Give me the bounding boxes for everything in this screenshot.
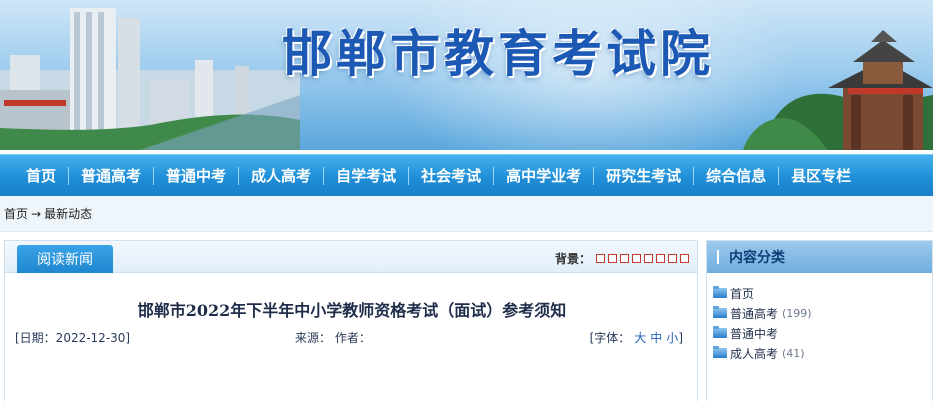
article-date: [日期：2022-12-30] [15,331,131,345]
nav-item-gaokao[interactable]: 普通高考 [71,165,151,186]
article-panel-header: 阅读新闻 背景： [5,241,697,273]
background-swatch[interactable] [632,254,641,263]
article-source: 来源： 作者： [295,331,371,345]
background-swatch[interactable] [608,254,617,263]
article-title: 邯郸市2022年下半年中小学教师资格考试（面试）参考须知 [137,301,567,320]
background-swatch[interactable] [620,254,629,263]
article-panel: 阅读新闻 背景： 邯郸市2022年下半年中小学教师资格考试（面试）参考须知 [日… [4,240,698,401]
nav-item-academic-test[interactable]: 高中学业考 [496,165,591,186]
nav-item-social-exam[interactable]: 社会考试 [411,165,491,186]
header-banner: 邯郸市教育考试院 [0,0,933,150]
category-name: 成人高考 [730,346,779,361]
nav-item-postgrad[interactable]: 研究生考试 [596,165,691,186]
folder-icon [713,346,727,358]
breadcrumb-current-link[interactable]: 最新动态 [44,205,92,222]
background-swatch[interactable] [668,254,677,263]
nav-item-county[interactable]: 县区专栏 [781,165,861,186]
category-count: (41) [782,346,805,360]
category-sidebar: 内容分类 首页 普通高考 (199) 普通中考 成人高考 (41) [706,240,933,401]
category-count: (199) [782,306,812,320]
background-swatch[interactable] [596,254,605,263]
category-name: 首页 [730,286,755,301]
sidebar-title: 内容分类 [729,250,785,266]
category-item-home[interactable]: 首页 [713,283,932,303]
breadcrumb: 首页 → 最新动态 [0,196,933,232]
tab-read-news[interactable]: 阅读新闻 [17,245,113,273]
nav-divider [408,166,410,185]
nav-divider [68,166,70,185]
background-picker: 背景： [555,250,689,267]
nav-item-adult-exam[interactable]: 成人高考 [241,165,321,186]
category-list: 首页 普通高考 (199) 普通中考 成人高考 (41) [707,273,932,363]
city-skyline-image [0,8,300,150]
nav-item-general-info[interactable]: 综合信息 [696,165,776,186]
folder-icon [713,286,727,298]
pavilion-image [743,30,933,150]
nav-divider [153,166,155,185]
category-item-gaokao[interactable]: 普通高考 (199) [713,303,932,323]
category-name: 普通高考 [730,306,779,321]
nav-divider [238,166,240,185]
sidebar-header: 内容分类 [707,241,932,273]
folder-icon [713,326,727,338]
nav-divider [778,166,780,185]
font-size-selector: [字体：大中小] [590,329,683,346]
font-size-large-link[interactable]: 大 [634,331,646,345]
background-swatch[interactable] [680,254,689,263]
main-nav: 首页 普通高考 普通中考 成人高考 自学考试 社会考试 高中学业考 研究生考试 … [0,154,933,196]
background-swatch[interactable] [656,254,665,263]
site-title: 邯郸市教育考试院 [282,25,714,83]
nav-divider [323,166,325,185]
category-item-zhongkao[interactable]: 普通中考 [713,323,932,343]
breadcrumb-home-link[interactable]: 首页 [4,205,28,222]
nav-item-zhongkao[interactable]: 普通中考 [156,165,236,186]
font-size-suffix: ] [678,331,683,345]
nav-item-self-study[interactable]: 自学考试 [326,165,406,186]
nav-item-home[interactable]: 首页 [16,165,66,186]
nav-divider [493,166,495,185]
category-item-adult-exam[interactable]: 成人高考 (41) [713,343,932,363]
font-size-small-link[interactable]: 小 [666,331,678,345]
breadcrumb-arrow: → [31,206,42,221]
font-size-medium-link[interactable]: 中 [650,331,662,345]
background-label: 背景： [554,252,591,266]
font-size-prefix: [字体： [589,331,631,345]
background-swatch[interactable] [644,254,653,263]
category-name: 普通中考 [730,326,779,341]
nav-divider [593,166,595,185]
folder-icon [713,306,727,318]
nav-divider [693,166,695,185]
sidebar-header-bar [717,250,719,264]
